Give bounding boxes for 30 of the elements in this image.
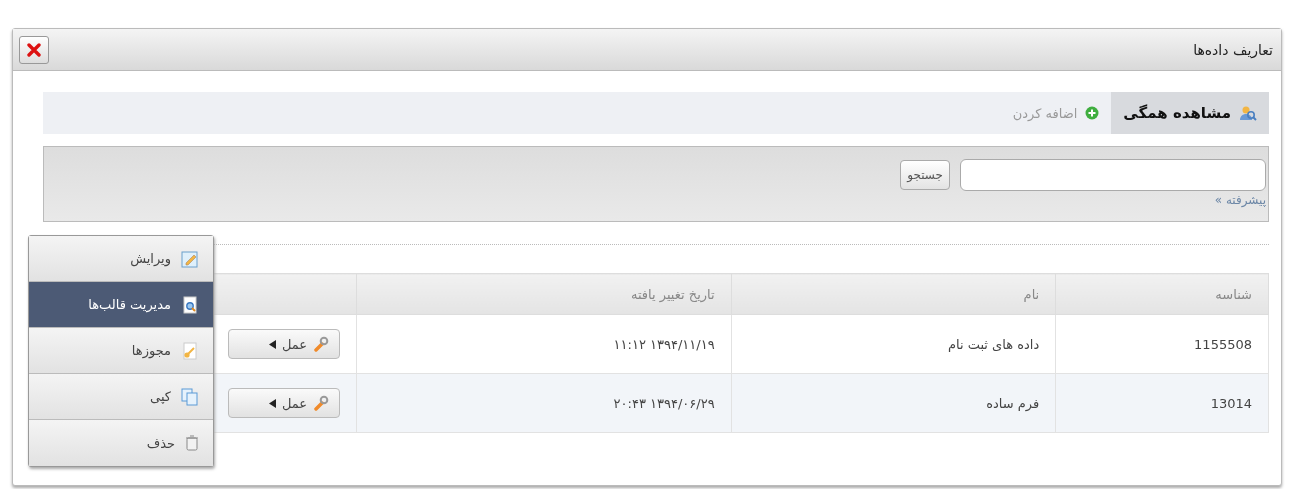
search-button[interactable]: جستجو — [900, 160, 950, 190]
table-cell: فرم ساده — [731, 373, 1056, 433]
menu-item[interactable]: مدیریت قالب‌ها — [29, 282, 213, 328]
tab[interactable]: مشاهده همگی — [1111, 92, 1269, 134]
action-button[interactable]: عمل — [228, 329, 341, 359]
pencil-icon — [181, 249, 199, 268]
window-title: تعاریف داده‌ها — [1193, 41, 1273, 58]
close-icon — [27, 42, 41, 57]
plus-icon — [1085, 106, 1100, 120]
table-cell: 13014 — [1055, 373, 1269, 433]
action-button[interactable]: عمل — [228, 388, 341, 418]
menu-item[interactable]: ویرایش — [29, 236, 213, 282]
trash-icon — [185, 435, 199, 451]
menu-item[interactable]: حذف — [29, 420, 213, 466]
table-cell: داده های ثبت نام — [731, 314, 1056, 374]
table-cell: ۱۳۹۴/۱۱/۱۹ ۱۱:۱۲ — [356, 314, 732, 374]
people-icon — [1239, 104, 1257, 122]
table-cell: 1155508 — [1055, 314, 1269, 374]
caret-icon — [269, 339, 276, 349]
document-key-icon — [181, 341, 199, 360]
document-magnifier-icon — [181, 295, 199, 314]
caret-icon — [269, 398, 276, 408]
wrench-icon — [313, 336, 330, 352]
menu-item[interactable]: مجوزها — [29, 328, 213, 374]
menu-item[interactable]: کپی — [29, 374, 213, 420]
copy-icon — [181, 387, 199, 406]
table-cell: ۱۳۹۴/۰۶/۲۹ ۲۰:۴۳ — [356, 373, 732, 433]
close-button[interactable] — [19, 35, 49, 64]
search-field[interactable] — [960, 159, 1266, 191]
wrench-icon — [313, 395, 330, 411]
